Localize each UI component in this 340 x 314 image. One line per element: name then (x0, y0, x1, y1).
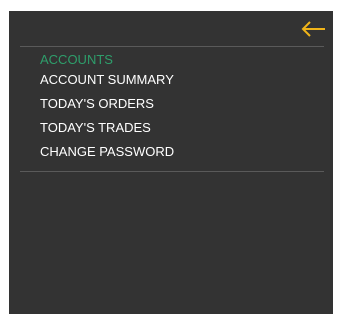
menu-item-todays-orders[interactable]: TODAY'S ORDERS (40, 97, 174, 112)
bottom-divider (20, 171, 324, 172)
menu-heading-accounts: ACCOUNTS (40, 52, 113, 67)
arrow-left-icon (301, 21, 325, 37)
menu-item-change-password[interactable]: CHANGE PASSWORD (40, 145, 174, 160)
accounts-menu-panel: ACCOUNTS ACCOUNT SUMMARY TODAY'S ORDERS … (9, 11, 333, 314)
menu-item-todays-trades[interactable]: TODAY'S TRADES (40, 121, 174, 136)
accounts-menu: ACCOUNTS ACCOUNT SUMMARY TODAY'S ORDERS … (40, 53, 174, 169)
back-button[interactable] (299, 17, 327, 41)
top-divider (20, 46, 324, 47)
menu-item-account-summary[interactable]: ACCOUNT SUMMARY (40, 73, 174, 88)
